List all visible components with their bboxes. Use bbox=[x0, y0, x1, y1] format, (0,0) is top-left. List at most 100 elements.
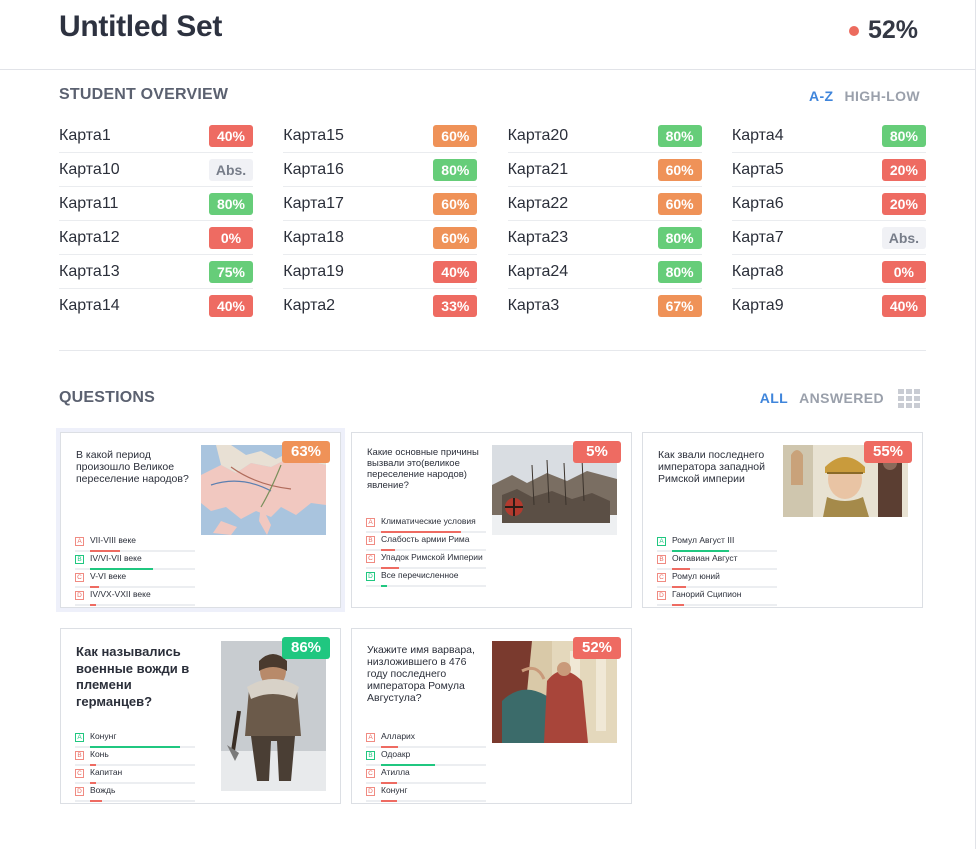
student-score-badge: 60% bbox=[657, 192, 702, 215]
sort-highlow-tab[interactable]: HIGH-LOW bbox=[844, 88, 920, 104]
student-row[interactable]: Карта8 0% bbox=[731, 255, 926, 289]
student-name: Карта23 bbox=[507, 228, 569, 246]
answer-letter: B bbox=[75, 555, 84, 564]
answer-letter: B bbox=[366, 751, 375, 760]
answer-option: A Алларих bbox=[366, 731, 486, 748]
student-score-badge: 60% bbox=[433, 192, 478, 215]
question-text: Какие основные причины вызвали это(велик… bbox=[367, 447, 479, 491]
student-score-badge: 80% bbox=[657, 260, 702, 283]
student-score-badge: 40% bbox=[433, 260, 478, 283]
student-name: Карта20 bbox=[507, 126, 569, 144]
answer-text: Все перечисленное bbox=[381, 570, 459, 580]
student-row[interactable]: Карта21 60% bbox=[507, 153, 702, 187]
student-name: Карта13 bbox=[59, 262, 120, 280]
student-row[interactable]: Карта6 20% bbox=[731, 187, 926, 221]
student-row[interactable]: Карта4 80% bbox=[731, 119, 926, 153]
answer-text: V-VI веке bbox=[90, 571, 127, 581]
answer-option: A Конунг bbox=[75, 731, 195, 748]
grid-view-icon[interactable] bbox=[898, 389, 920, 408]
student-row[interactable]: Карта15 60% bbox=[283, 119, 478, 153]
answer-option: B Слабость армии Рима bbox=[366, 534, 486, 551]
student-row[interactable]: Карта13 75% bbox=[59, 255, 253, 289]
answer-text: Алларих bbox=[381, 731, 416, 741]
student-row[interactable]: Карта16 80% bbox=[283, 153, 478, 187]
answer-share-bar bbox=[672, 550, 729, 552]
student-name: Карта6 bbox=[731, 194, 784, 212]
question-card[interactable]: Какие основные причины вызвали это(велик… bbox=[351, 432, 632, 608]
answer-text: Конунг bbox=[90, 731, 117, 741]
student-row[interactable]: Карта11 80% bbox=[59, 187, 253, 221]
question-card[interactable]: Как звали последнего императора западной… bbox=[642, 432, 923, 608]
answer-share-bar bbox=[90, 800, 102, 802]
student-name: Карта3 bbox=[507, 297, 560, 314]
student-row[interactable]: Карта12 0% bbox=[59, 221, 253, 255]
score-dot-icon bbox=[848, 25, 859, 36]
answer-letter: C bbox=[366, 554, 375, 563]
student-score-badge: Abs. bbox=[209, 158, 253, 181]
question-card[interactable]: Как назывались военные вожди в племени г… bbox=[60, 628, 341, 804]
answer-share-bar bbox=[90, 764, 96, 766]
answer-share-bar bbox=[90, 746, 180, 748]
answer-share-bar bbox=[381, 782, 397, 784]
answer-share-bar bbox=[381, 531, 461, 533]
answer-share-bar bbox=[90, 568, 153, 570]
student-score-badge: 60% bbox=[433, 226, 478, 249]
answer-letter: B bbox=[366, 536, 375, 545]
student-row[interactable]: Карта7 Abs. bbox=[731, 221, 926, 255]
question-score-badge: 63% bbox=[282, 441, 330, 463]
student-row[interactable]: Карта23 80% bbox=[507, 221, 702, 255]
answer-list: A VII-VIII веке B IV/VI-VII веке C V-VI век… bbox=[75, 535, 195, 608]
answer-text: Капитан bbox=[90, 767, 123, 777]
answer-text: IV/VX-VXII веке bbox=[90, 589, 151, 599]
student-row[interactable]: Карта3 67% bbox=[508, 289, 702, 323]
sort-az-tab[interactable]: A-Z bbox=[809, 88, 834, 104]
filter-answered-tab[interactable]: ANSWERED bbox=[799, 390, 884, 406]
student-row[interactable]: Карта5 20% bbox=[731, 153, 926, 187]
student-score-badge: 75% bbox=[209, 260, 253, 283]
answer-text: Конунг bbox=[381, 785, 408, 795]
question-text: Как звали последнего императора западной… bbox=[658, 449, 765, 485]
student-row[interactable]: Карта24 80% bbox=[507, 255, 702, 289]
answer-text: Ромул Август III bbox=[672, 535, 735, 545]
student-score-badge: 0% bbox=[881, 260, 926, 283]
question-card[interactable]: Укажите имя варвара, низложившего в 476 … bbox=[351, 628, 632, 804]
page-title: Untitled Set bbox=[59, 10, 223, 43]
answer-option: C Ромул юний bbox=[657, 571, 777, 588]
student-row[interactable]: Карта20 80% bbox=[507, 119, 702, 153]
question-text: В какой период произошло Великое пересел… bbox=[76, 449, 189, 485]
answer-option: D Ганорий Сципион bbox=[657, 589, 777, 606]
questions-title: QUESTIONS bbox=[59, 389, 156, 406]
answer-option: B Одоакр bbox=[366, 749, 486, 766]
answer-text: Одоакр bbox=[381, 749, 411, 759]
answer-share-bar bbox=[381, 567, 399, 569]
student-row[interactable]: Карта9 40% bbox=[732, 289, 926, 323]
answer-list: A Климатические условия B Слабость армии Р… bbox=[366, 516, 486, 589]
answer-option: C Атилла bbox=[366, 767, 486, 784]
student-name: Карта10 bbox=[59, 160, 120, 178]
section-divider bbox=[59, 350, 926, 351]
filter-all-tab[interactable]: ALL bbox=[760, 390, 788, 406]
answer-option: B IV/VI-VII веке bbox=[75, 553, 195, 570]
answer-share-bar bbox=[381, 800, 397, 802]
question-text: Укажите имя варвара, низложившего в 476 … bbox=[367, 644, 475, 704]
student-column: Карта20 80% Карта21 60% Карта22 60% Карта23 80%… bbox=[507, 119, 702, 323]
answer-text: Ганорий Сципион bbox=[672, 589, 742, 599]
answer-letter: A bbox=[366, 733, 375, 742]
student-column: Карта15 60% Карта16 80% Карта17 60% Карта18 60%… bbox=[283, 119, 478, 323]
student-row[interactable]: Карта19 40% bbox=[283, 255, 478, 289]
student-row[interactable]: Карта14 40% bbox=[59, 289, 253, 323]
student-row[interactable]: Карта17 60% bbox=[283, 187, 478, 221]
student-row[interactable]: Карта1 40% bbox=[59, 119, 253, 153]
student-row[interactable]: Карта10 Abs. bbox=[59, 153, 253, 187]
answer-share-bar bbox=[381, 549, 395, 551]
student-row[interactable]: Карта2 33% bbox=[283, 289, 478, 323]
student-score-badge: 80% bbox=[657, 226, 702, 249]
answer-letter: B bbox=[657, 555, 666, 564]
student-row[interactable]: Карта22 60% bbox=[507, 187, 702, 221]
student-row[interactable]: Карта18 60% bbox=[283, 221, 478, 255]
student-name: Карта11 bbox=[59, 194, 119, 212]
answer-option: C Упадок Римской Империи bbox=[366, 552, 486, 569]
answer-option: D Конунг bbox=[366, 785, 486, 802]
question-card[interactable]: В какой период произошло Великое пересел… bbox=[60, 432, 341, 608]
answer-letter: D bbox=[657, 591, 666, 600]
